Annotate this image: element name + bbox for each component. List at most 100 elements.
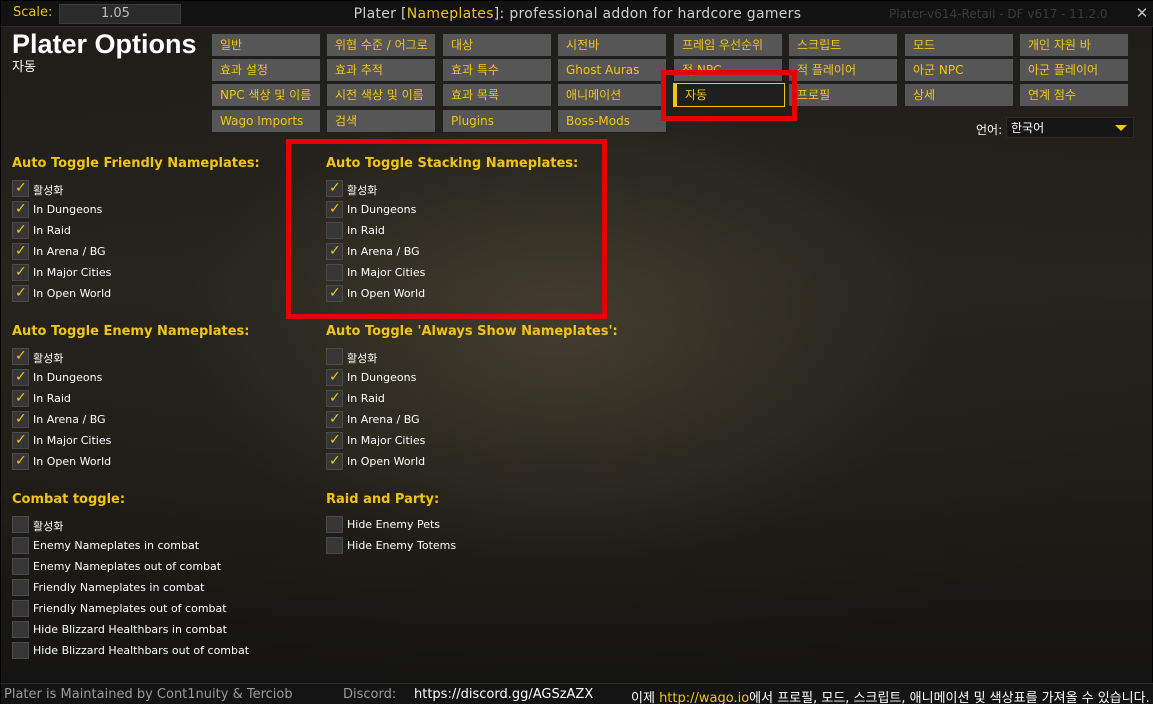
checkbox[interactable] — [326, 264, 343, 281]
section-title-raid-party: Raid and Party: — [326, 492, 440, 507]
wago-suffix: 에서 프로필, 모드, 스크립트, 애니메이션 및 색상표를 가져올 수 있습니… — [749, 691, 1150, 704]
checkbox[interactable] — [12, 600, 29, 617]
section-title-stacking: Auto Toggle Stacking Nameplates: — [326, 156, 579, 171]
checkbox[interactable] — [12, 558, 29, 575]
option-row-combat-2: Enemy Nameplates out of combat — [12, 558, 292, 577]
option-label: 활성화 — [33, 520, 64, 533]
checkbox[interactable] — [12, 621, 29, 638]
tab-2-4[interactable]: 자동 — [673, 83, 785, 107]
checkbox[interactable]: ✓ — [12, 201, 29, 218]
tab-2-1[interactable]: 시전 색상 및 이름 — [326, 83, 436, 107]
tab-0-6[interactable]: 모드 — [904, 33, 1014, 57]
title-bar[interactable]: Scale: 1.05 Plater [Nameplates]: profess… — [1, 1, 1153, 27]
tab-3-0[interactable]: Wago Imports — [211, 109, 321, 133]
tab-1-5[interactable]: 적 플레이어 — [788, 58, 898, 82]
checkbox[interactable]: ✓ — [326, 285, 343, 302]
check-icon: ✓ — [329, 453, 341, 469]
check-icon: ✓ — [329, 411, 341, 427]
checkbox[interactable]: ✓ — [326, 180, 343, 197]
language-label: 언어: — [976, 123, 1003, 137]
option-label: 활성화 — [347, 184, 378, 197]
tab-2-7[interactable]: 연계 점수 — [1019, 83, 1129, 107]
checkbox[interactable] — [12, 642, 29, 659]
close-icon[interactable]: ✕ — [1133, 4, 1151, 22]
tab-0-5[interactable]: 스크립트 — [788, 33, 898, 57]
tab-0-0[interactable]: 일반 — [211, 33, 321, 57]
check-icon: ✓ — [15, 243, 27, 259]
discord-link[interactable]: https://discord.gg/AGSzAZX — [414, 687, 593, 702]
checkbox[interactable]: ✓ — [326, 453, 343, 470]
option-label: 활성화 — [347, 352, 378, 365]
option-row-combat-1: Enemy Nameplates in combat — [12, 537, 292, 556]
tab-2-2[interactable]: 효과 목록 — [442, 83, 552, 107]
checkbox[interactable] — [326, 222, 343, 239]
checkbox[interactable] — [326, 537, 343, 554]
option-label: In Dungeons — [33, 203, 103, 216]
option-row-raid-party-0: Hide Enemy Pets — [326, 516, 606, 535]
option-label: In Major Cities — [33, 434, 112, 447]
checkbox[interactable]: ✓ — [12, 432, 29, 449]
checkbox[interactable]: ✓ — [326, 432, 343, 449]
tab-0-2[interactable]: 대상 — [442, 33, 552, 57]
checkbox[interactable]: ✓ — [326, 411, 343, 428]
app-title: Plater Options — [12, 29, 197, 59]
checkbox[interactable]: ✓ — [326, 201, 343, 218]
tab-1-3[interactable]: Ghost Auras — [557, 58, 667, 82]
window-title-suffix: ]: professional addon for hardcore gamer… — [493, 6, 802, 22]
tab-1-6[interactable]: 아군 NPC — [904, 58, 1014, 82]
window-title-highlight: Nameplates — [406, 6, 494, 22]
tab-1-7[interactable]: 아군 플레이어 — [1019, 58, 1129, 82]
option-row-combat-5: Hide Blizzard Healthbars in combat — [12, 621, 292, 640]
checkbox[interactable]: ✓ — [326, 390, 343, 407]
tab-0-7[interactable]: 개인 자원 바 — [1019, 33, 1129, 57]
tab-2-0[interactable]: NPC 색상 및 이름 — [211, 83, 321, 107]
checkbox[interactable]: ✓ — [12, 390, 29, 407]
option-label: Enemy Nameplates in combat — [33, 539, 200, 552]
tab-3-1[interactable]: 검색 — [326, 109, 436, 133]
option-label: In Raid — [347, 224, 385, 237]
check-icon: ✓ — [329, 369, 341, 385]
check-icon: ✓ — [15, 285, 27, 301]
tab-1-0[interactable]: 효과 설정 — [211, 58, 321, 82]
checkbox[interactable] — [326, 516, 343, 533]
tab-0-4[interactable]: 프레임 우선순위 — [673, 33, 783, 57]
option-label: In Raid — [347, 392, 385, 405]
checkbox[interactable] — [12, 579, 29, 596]
checkbox[interactable] — [12, 537, 29, 554]
check-icon: ✓ — [329, 180, 341, 196]
tab-1-1[interactable]: 효과 추적 — [326, 58, 436, 82]
tab-0-3[interactable]: 시전바 — [557, 33, 667, 57]
checkbox[interactable] — [12, 516, 29, 533]
tab-2-6[interactable]: 상세 — [904, 83, 1014, 107]
checkbox[interactable]: ✓ — [12, 180, 29, 197]
option-row-always-show-1: ✓ In Dungeons — [326, 369, 606, 388]
check-icon: ✓ — [329, 201, 341, 217]
tab-2-3[interactable]: 애니메이션 — [557, 83, 667, 107]
checkbox[interactable]: ✓ — [12, 264, 29, 281]
checkbox[interactable]: ✓ — [12, 285, 29, 302]
tab-3-2[interactable]: Plugins — [442, 109, 552, 133]
tab-1-4[interactable]: 적 NPC — [673, 58, 783, 82]
checkbox[interactable]: ✓ — [12, 348, 29, 365]
tab-1-2[interactable]: 효과 특수 — [442, 58, 552, 82]
wago-link[interactable]: http://wago.io — [659, 691, 749, 704]
checkbox[interactable]: ✓ — [326, 243, 343, 260]
checkbox[interactable]: ✓ — [12, 453, 29, 470]
option-label: In Dungeons — [347, 371, 417, 384]
checkbox[interactable]: ✓ — [12, 243, 29, 260]
language-select[interactable]: 한국어 — [1006, 117, 1134, 138]
option-row-enemy-5: ✓ In Open World — [12, 453, 292, 472]
option-row-combat-3: Friendly Nameplates in combat — [12, 579, 292, 598]
checkbox[interactable]: ✓ — [12, 222, 29, 239]
section-title-combat: Combat toggle: — [12, 492, 126, 507]
checkbox[interactable]: ✓ — [326, 369, 343, 386]
checkbox[interactable] — [326, 348, 343, 365]
tab-2-5[interactable]: 프로필 — [788, 83, 898, 107]
checkbox[interactable]: ✓ — [12, 411, 29, 428]
option-row-always-show-5: ✓ In Open World — [326, 453, 606, 472]
page-subtitle: 자동 — [12, 60, 36, 75]
option-label: In Arena / BG — [33, 413, 106, 426]
checkbox[interactable]: ✓ — [12, 369, 29, 386]
tab-3-3[interactable]: Boss-Mods — [557, 109, 667, 133]
tab-0-1[interactable]: 위협 수준 / 어그로 — [326, 33, 436, 57]
